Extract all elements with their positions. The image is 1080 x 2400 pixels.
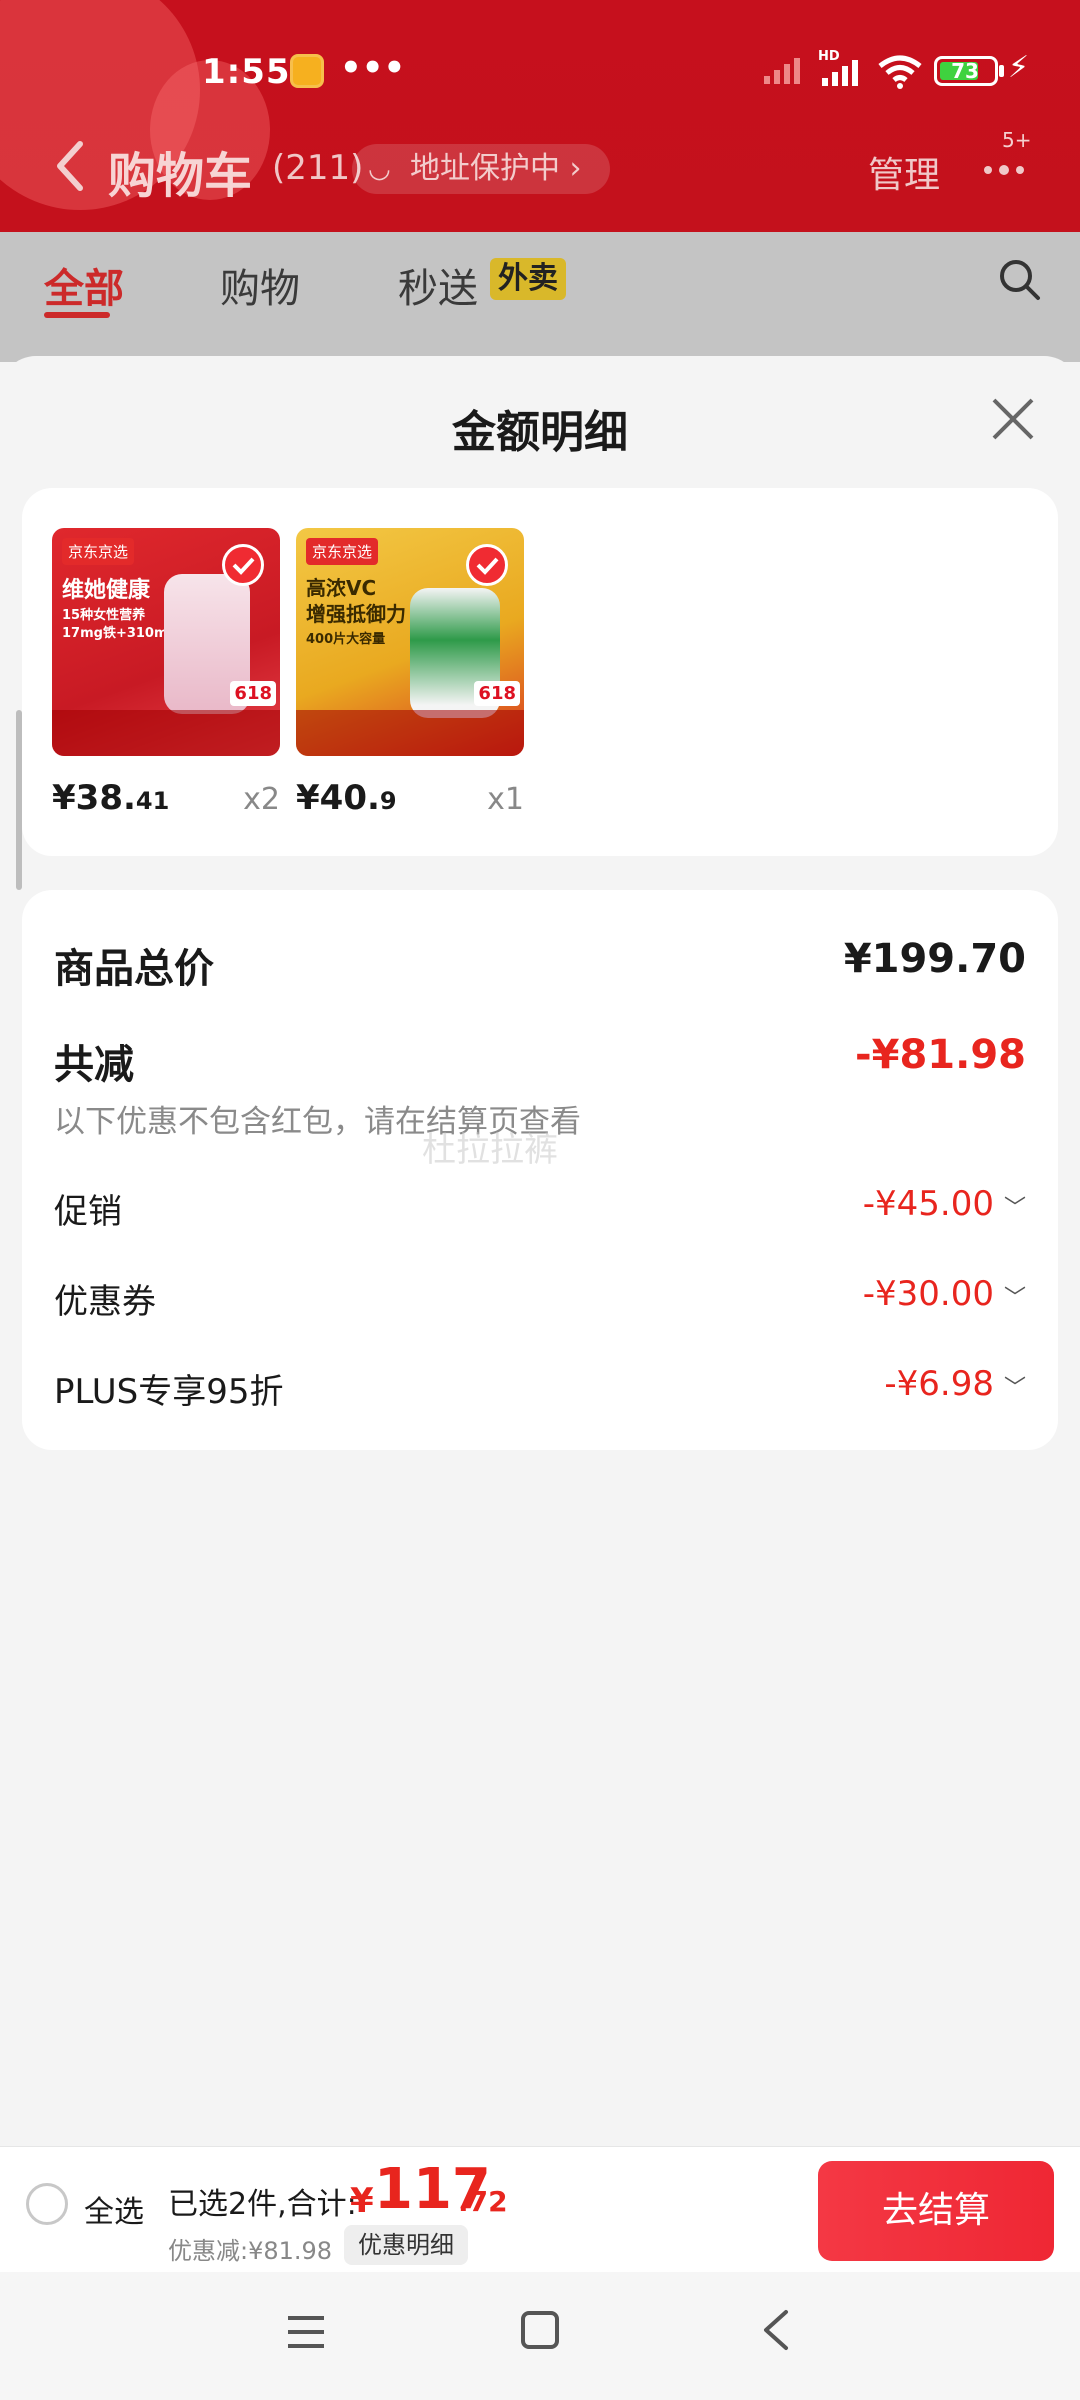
signal-icon <box>764 58 800 84</box>
status-bar: 1:55 ••• HD 73 ⚡ <box>0 40 1080 100</box>
address-protection-pill[interactable]: ◡ 地址保护中 › <box>352 144 610 194</box>
back-icon[interactable] <box>758 2308 794 2352</box>
battery-level: 73 <box>951 59 979 83</box>
chevron-down-icon: ﹀ <box>1003 1195 1026 1221</box>
price-summary-card: 商品总价 ¥199.70 共减 -¥81.98 以下优惠不包含红包，请在结算页查… <box>22 890 1058 1450</box>
product-image: 京东京选 维她健康 15种女性营养 17mg铁+310mg钙 618 <box>52 528 280 756</box>
selected-count-text: 已选2件,合计: <box>168 2187 357 2222</box>
product-headline: 增强抵御力 <box>306 602 406 626</box>
product-banner <box>52 710 280 756</box>
promo-618-tag: 618 <box>230 681 276 706</box>
product-headline: 高浓VC <box>306 576 377 600</box>
app-header: 1:55 ••• HD 73 ⚡ 购物车 (211) ◡ 地址保护中 › 管理 … <box>0 0 1080 232</box>
checkout-button[interactable]: 去结算 <box>818 2161 1054 2261</box>
product-price: ¥38.41 <box>52 778 170 818</box>
chevron-down-icon: ﹀ <box>1003 1375 1026 1401</box>
total-amount-decimal: .72 <box>458 2185 508 2218</box>
back-arrow-icon[interactable] <box>50 136 90 196</box>
home-icon[interactable] <box>520 2310 560 2350</box>
svg-text:HD: HD <box>818 49 840 64</box>
product-headline: 维她健康 <box>62 578 151 603</box>
product-image: 京东京选 高浓VC 增强抵御力 400片大容量 618 <box>296 528 524 756</box>
product-banner <box>296 710 524 756</box>
status-time: 1:55 <box>202 52 291 92</box>
chevron-right-icon: › <box>569 151 582 186</box>
product-subline: 15种女性营养 <box>62 608 146 623</box>
product-brand: 京东京选 <box>62 538 135 565</box>
discount-value: -¥6.98 ﹀ <box>884 1364 1026 1404</box>
promo-618-tag: 618 <box>474 681 520 706</box>
discount-label: PLUS专享95折 <box>54 1372 284 1412</box>
address-protection-label: 地址保护中 <box>410 151 560 186</box>
close-icon[interactable] <box>990 396 1036 442</box>
watermark: 杜拉拉裤 <box>422 1130 558 1170</box>
checkout-bar: 全选 已选2件,合计: ¥ 117 .72 优惠减:¥81.98 优惠明细 去结… <box>0 2146 1080 2272</box>
product-subline: 400片大容量 <box>306 632 386 647</box>
total-price-value: ¥199.70 <box>843 936 1026 982</box>
message-badge: 5+ <box>1002 128 1032 152</box>
product-brand: 京东京选 <box>306 538 379 565</box>
cart-count: (211) <box>272 148 364 188</box>
amount-detail-sheet: 金额明细 京东京选 维她健康 15种女性营养 17mg铁+310mg钙 618 … <box>0 356 1080 2146</box>
total-reduction-label: 共减 <box>54 1042 134 1088</box>
signal-hd-icon: HD <box>818 49 858 86</box>
category-tabs: 全部 购物 秒送 外卖 <box>0 232 1080 362</box>
total-price-label: 商品总价 <box>54 946 214 992</box>
discount-value: -¥30.00 ﹀ <box>862 1274 1026 1314</box>
select-all-label[interactable]: 全选 <box>84 2187 144 2231</box>
product-price: ¥40.9 <box>296 778 397 818</box>
system-nav-bar <box>0 2272 1080 2400</box>
total-currency: ¥ <box>350 2181 374 2221</box>
product-quantity: x2 <box>243 782 280 817</box>
check-icon[interactable] <box>466 544 508 586</box>
discount-value: -¥45.00 ﹀ <box>862 1184 1026 1224</box>
battery-icon: 73 <box>934 56 1004 86</box>
more-notifications-icon: ••• <box>340 48 406 88</box>
products-card: 京东京选 维她健康 15种女性营养 17mg铁+310mg钙 618 ¥38.4… <box>22 488 1058 856</box>
takeout-badge: 外卖 <box>490 258 566 300</box>
tab-active-indicator <box>44 312 110 318</box>
tab-instant-delivery[interactable]: 秒送 <box>398 256 478 314</box>
select-all-radio[interactable] <box>26 2183 68 2225</box>
discount-label: 促销 <box>54 1192 122 1232</box>
sheet-title: 金额明细 <box>452 407 628 458</box>
discount-detail-button[interactable]: 优惠明细 <box>344 2225 468 2265</box>
product-quantity: x1 <box>487 782 524 817</box>
menu-icon[interactable] <box>286 2312 326 2352</box>
tab-shopping[interactable]: 购物 <box>220 256 300 314</box>
nav-row: 购物车 (211) ◡ 地址保护中 › 管理 5+ <box>0 128 1080 210</box>
charging-icon: ⚡ <box>1008 50 1030 85</box>
check-icon[interactable] <box>222 544 264 586</box>
page-title: 购物车 <box>108 148 253 204</box>
chevron-down-icon: ﹀ <box>1003 1285 1026 1311</box>
notification-icon <box>290 54 324 88</box>
tab-all[interactable]: 全部 <box>44 256 124 314</box>
total-reduction-value: -¥81.98 <box>855 1032 1026 1078</box>
discount-label: 优惠券 <box>54 1282 156 1322</box>
discount-summary: 优惠减:¥81.98 <box>168 2237 333 2265</box>
search-icon[interactable] <box>998 258 1042 302</box>
shield-icon: ◡ <box>368 154 391 184</box>
manage-button[interactable]: 管理 <box>868 146 940 198</box>
wifi-icon <box>878 55 922 89</box>
